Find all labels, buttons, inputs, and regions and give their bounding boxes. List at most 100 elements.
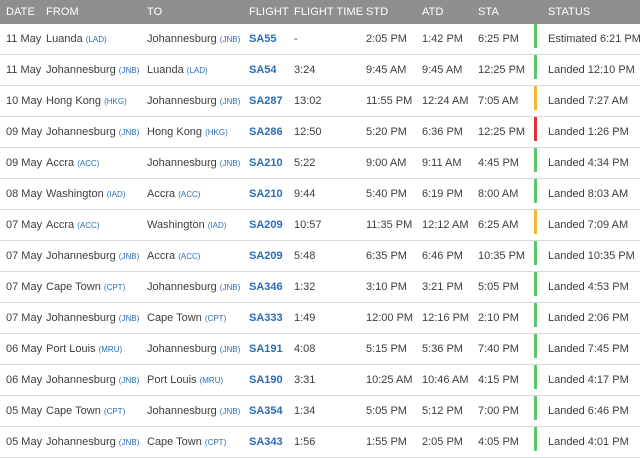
cell-std: 11:55 PM <box>366 95 413 107</box>
to-city: Johannesburg <box>147 157 217 169</box>
cell-status: Landed 12:10 PM <box>548 64 635 76</box>
table-row[interactable]: 11 May Johannesburg (JNB) Luanda (LAD) SA54… <box>0 55 640 86</box>
cell-sta: 7:40 PM <box>478 343 519 355</box>
cell-atd: 5:36 PM <box>422 343 463 355</box>
flight-number-link[interactable]: SA191 <box>249 334 283 364</box>
cell-atd: 10:46 AM <box>422 374 469 386</box>
cell-from: Accra (ACC) <box>46 148 99 179</box>
table-row[interactable]: 11 May Luanda (LAD) Johannesburg (JNB) SA55… <box>0 24 640 55</box>
cell-date: 10 May <box>6 95 43 107</box>
cell-atd: 3:21 PM <box>422 281 463 293</box>
from-airport-code: (LAD) <box>85 35 107 44</box>
cell-sta: 12:25 PM <box>478 64 526 76</box>
cell-to: Accra (ACC) <box>147 179 200 210</box>
flight-number-link[interactable]: SA210 <box>249 148 283 178</box>
cell-from: Johannesburg (JNB) <box>46 55 139 86</box>
header-flight-time[interactable]: FLIGHT TIME <box>294 0 363 24</box>
cell-sta: 6:25 PM <box>478 33 519 45</box>
cell-flight-time: 1:32 <box>294 281 316 293</box>
cell-status: Landed 7:45 PM <box>548 343 629 355</box>
cell-from: Luanda (LAD) <box>46 24 107 55</box>
to-airport-code: (ACC) <box>178 190 201 199</box>
cell-from: Johannesburg (JNB) <box>46 427 139 458</box>
table-row[interactable]: 08 May Washington (IAD) Accra (ACC) SA210 9:… <box>0 179 640 210</box>
table-row[interactable]: 09 May Johannesburg (JNB) Hong Kong (HKG) S… <box>0 117 640 148</box>
cell-atd: 6:46 PM <box>422 250 463 262</box>
to-airport-code: (LAD) <box>186 66 208 75</box>
from-city: Cape Town <box>46 405 101 417</box>
flight-number-link[interactable]: SA343 <box>249 427 283 457</box>
from-airport-code: (JNB) <box>118 438 140 447</box>
flight-number-link[interactable]: SA54 <box>249 55 277 85</box>
table-row[interactable]: 07 May Accra (ACC) Washington (IAD) SA209 10… <box>0 210 640 241</box>
cell-std: 11:35 PM <box>366 219 413 231</box>
cell-from: Johannesburg (JNB) <box>46 241 139 272</box>
cell-flight-time: 5:22 <box>294 157 316 169</box>
cell-to: Johannesburg (JNB) <box>147 148 240 179</box>
cell-date: 11 May <box>6 64 42 76</box>
cell-sta: 4:15 PM <box>478 374 519 386</box>
flight-number-link[interactable]: SA210 <box>249 179 283 209</box>
cell-std: 9:45 AM <box>366 64 407 76</box>
flight-number-link[interactable]: SA286 <box>249 117 283 147</box>
header-std[interactable]: STD <box>366 0 388 24</box>
header-status[interactable]: STATUS <box>548 0 590 24</box>
flight-number-link[interactable]: SA333 <box>249 303 283 333</box>
to-city: Johannesburg <box>147 33 217 45</box>
header-sta[interactable]: STA <box>478 0 499 24</box>
status-indicator-bar <box>534 24 537 48</box>
cell-std: 5:40 PM <box>366 188 407 200</box>
cell-to: Port Louis (MRU) <box>147 365 223 396</box>
cell-atd: 5:12 PM <box>422 405 463 417</box>
cell-flight-time: - <box>294 33 298 45</box>
cell-sta: 7:00 PM <box>478 405 519 417</box>
table-body: 11 May Luanda (LAD) Johannesburg (JNB) SA55… <box>0 24 640 458</box>
flight-number-link[interactable]: SA209 <box>249 210 283 240</box>
flight-number-link[interactable]: SA55 <box>249 24 277 54</box>
flight-number-link[interactable]: SA354 <box>249 396 283 426</box>
to-airport-code: (CPT) <box>204 314 227 323</box>
cell-status: Landed 8:03 AM <box>548 188 629 200</box>
table-row[interactable]: 10 May Hong Kong (HKG) Johannesburg (JNB) S… <box>0 86 640 117</box>
status-indicator-bar <box>534 55 537 79</box>
header-to[interactable]: TO <box>147 0 162 24</box>
header-atd[interactable]: ATD <box>422 0 443 24</box>
from-airport-code: (ACC) <box>77 159 100 168</box>
from-city: Washington <box>46 188 104 200</box>
to-city: Johannesburg <box>147 281 217 293</box>
cell-sta: 4:05 PM <box>478 436 519 448</box>
cell-status: Landed 7:09 AM <box>548 219 629 231</box>
table-row[interactable]: 07 May Johannesburg (JNB) Accra (ACC) SA209… <box>0 241 640 272</box>
header-flight[interactable]: FLIGHT <box>249 0 289 24</box>
cell-date: 05 May <box>6 436 43 448</box>
cell-std: 5:15 PM <box>366 343 407 355</box>
cell-status: Landed 4:17 PM <box>548 374 629 386</box>
flight-number-link[interactable]: SA346 <box>249 272 283 302</box>
table-row[interactable]: 05 May Johannesburg (JNB) Cape Town (CPT) S… <box>0 427 640 458</box>
flight-number-link[interactable]: SA190 <box>249 365 283 395</box>
to-airport-code: (IAD) <box>207 221 227 230</box>
table-row[interactable]: 07 May Johannesburg (JNB) Cape Town (CPT) S… <box>0 303 640 334</box>
cell-atd: 1:42 PM <box>422 33 463 45</box>
table-row[interactable]: 07 May Cape Town (CPT) Johannesburg (JNB) S… <box>0 272 640 303</box>
cell-date: 06 May <box>6 343 43 355</box>
to-airport-code: (HKG) <box>205 128 228 137</box>
cell-date: 07 May <box>6 250 43 262</box>
cell-to: Cape Town (CPT) <box>147 303 226 334</box>
cell-sta: 10:35 PM <box>478 250 526 262</box>
header-date[interactable]: DATE <box>6 0 35 24</box>
table-row[interactable]: 06 May Port Louis (MRU) Johannesburg (JNB)… <box>0 334 640 365</box>
table-row[interactable]: 09 May Accra (ACC) Johannesburg (JNB) SA210… <box>0 148 640 179</box>
cell-status: Landed 1:26 PM <box>548 126 629 138</box>
cell-to: Johannesburg (JNB) <box>147 272 240 303</box>
flight-number-link[interactable]: SA287 <box>249 86 283 116</box>
cell-date: 06 May <box>6 374 43 386</box>
cell-std: 1:55 PM <box>366 436 407 448</box>
flight-number-link[interactable]: SA209 <box>249 241 283 271</box>
to-airport-code: (JNB) <box>219 345 241 354</box>
table-row[interactable]: 05 May Cape Town (CPT) Johannesburg (JNB) S… <box>0 396 640 427</box>
table-row[interactable]: 06 May Johannesburg (JNB) Port Louis (MRU)… <box>0 365 640 396</box>
to-airport-code: (JNB) <box>219 35 241 44</box>
header-from[interactable]: FROM <box>46 0 79 24</box>
cell-std: 12:00 PM <box>366 312 414 324</box>
